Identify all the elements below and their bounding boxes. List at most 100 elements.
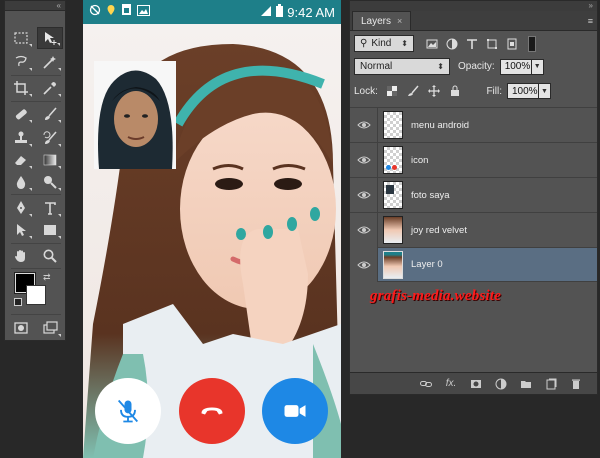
filter-toggle[interactable] [528,35,536,52]
filter-row: ⚲ Kind ⬍ [354,35,593,52]
blend-row: Normal ⬍ Opacity: 100% ▼ [354,58,593,75]
phone-screen: 9:42 AM [83,0,341,458]
brush-tool[interactable] [37,103,63,125]
type-tool[interactable] [37,197,63,219]
location-icon [106,3,116,21]
magic-wand-tool[interactable] [37,51,63,73]
hand-tool[interactable] [8,245,34,267]
layers-footer: fx. [350,372,597,394]
rectangle-tool[interactable] [37,219,63,241]
blur-tool[interactable] [8,171,34,193]
fill-input[interactable]: 100% [507,83,539,99]
shape-filter-icon[interactable] [484,36,500,52]
layer-row-joy-red-velvet[interactable]: joy red velvet [350,212,597,248]
panel-menu-icon[interactable]: ≡ [588,16,593,26]
layers-tab-row: Layers × ≡ [350,11,597,31]
mute-button[interactable] [95,378,161,444]
link-layers-icon[interactable] [419,377,433,391]
layer-name: joy red velvet [411,224,467,236]
video-camera-icon [284,405,306,417]
pixel-filter-icon[interactable] [424,36,440,52]
adjustment-layer-icon[interactable] [494,377,508,391]
layer-name: Layer 0 [411,259,443,270]
lock-label: Lock: [354,85,378,97]
opacity-input[interactable]: 100% [499,58,532,75]
close-icon[interactable]: × [397,16,402,26]
layers-panel-header: » [350,1,597,11]
mic-off-icon [117,399,139,423]
crop-tool[interactable] [8,77,34,99]
tab-layers-label: Layers [361,15,392,27]
background-color-swatch[interactable] [26,285,46,305]
layer-list: menu android icon foto saya joy red velv… [350,107,597,282]
lock-all-icon[interactable] [448,84,462,98]
blend-mode-dropdown[interactable]: Normal ⬍ [354,58,450,75]
layer-thumbnail [383,250,403,279]
filter-kind-dropdown[interactable]: ⚲ Kind ⬍ [354,35,414,52]
layer-mask-icon[interactable] [469,377,483,391]
smart-object-filter-icon[interactable] [504,36,520,52]
dodge-tool[interactable] [37,171,63,193]
pen-tool[interactable] [8,197,34,219]
status-bar: 9:42 AM [83,0,341,24]
layer-row-foto-saya[interactable]: foto saya [350,177,597,213]
zoom-tool[interactable] [37,245,63,267]
screen-mode-icon[interactable] [37,317,63,339]
tab-layers[interactable]: Layers × [352,11,412,30]
opacity-dropdown-arrow[interactable]: ▼ [531,58,544,75]
new-layer-icon[interactable] [544,377,558,391]
swap-colors-icon[interactable]: ⇄ [43,272,51,283]
eyedropper-tool[interactable] [37,77,63,99]
sim-icon [121,3,132,21]
lock-transparent-icon[interactable] [385,84,399,98]
video-toggle-button[interactable] [262,378,328,444]
opacity-label: Opacity: [458,61,495,72]
type-filter-icon[interactable] [464,36,480,52]
visibility-eye-icon[interactable] [350,142,378,178]
layer-row-icon[interactable]: icon [350,142,597,178]
layer-thumbnail [383,181,403,209]
move-tool[interactable] [37,27,63,49]
adjustment-filter-icon[interactable] [444,36,460,52]
layer-name: foto saya [411,189,450,201]
visibility-eye-icon[interactable] [350,107,378,143]
layer-name: icon [411,154,429,166]
tools-panel-header: « [5,1,65,11]
watermark-text: grafis-media.website [370,288,502,304]
eraser-tool[interactable] [8,149,34,171]
signal-icon [260,5,272,20]
path-selection-tool[interactable] [8,219,34,241]
video-call-view [83,24,341,458]
end-call-button[interactable] [179,378,245,444]
layer-row-menu-android[interactable]: menu android [350,107,597,143]
lasso-tool[interactable] [8,51,34,73]
fill-dropdown-arrow[interactable]: ▼ [539,83,551,99]
clone-stamp-tool[interactable] [8,127,34,149]
battery-icon [276,4,284,20]
collapse-icon[interactable]: » [589,2,593,10]
healing-brush-tool[interactable] [8,103,34,125]
history-brush-tool[interactable] [37,127,63,149]
gradient-tool[interactable] [37,149,63,171]
no-sync-icon [89,3,101,21]
default-colors-icon[interactable] [14,298,22,306]
layer-row-layer-0[interactable]: Layer 0 [350,247,597,282]
visibility-eye-icon[interactable] [350,212,378,248]
fill-label: Fill: [486,85,502,97]
visibility-eye-icon[interactable] [350,177,378,213]
fx-icon[interactable]: fx. [444,377,458,391]
self-video-preview[interactable] [94,61,176,169]
quick-mask-icon[interactable] [8,317,34,339]
layer-thumbnail [383,216,403,244]
lock-position-icon[interactable] [427,84,441,98]
lock-row: Lock: Fill: 100% ▼ [354,83,593,99]
tools-panel: « ⇄ [4,0,66,341]
status-time: 9:42 AM [287,4,335,20]
visibility-eye-icon[interactable] [350,247,378,282]
new-group-icon[interactable] [519,377,533,391]
collapse-icon[interactable]: « [57,1,61,10]
chevron-down-icon: ⬍ [401,39,408,48]
lock-image-icon[interactable] [406,84,420,98]
marquee-tool[interactable] [8,27,34,49]
trash-icon[interactable] [569,377,583,391]
